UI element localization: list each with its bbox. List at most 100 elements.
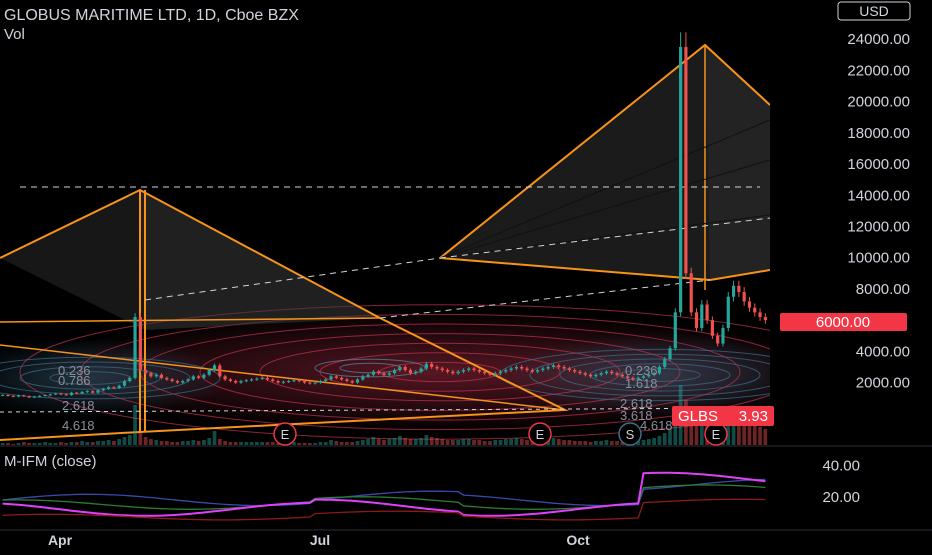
volume-bar bbox=[371, 437, 376, 445]
candle-body bbox=[329, 376, 333, 380]
candle-body bbox=[239, 381, 243, 383]
volume-bar bbox=[297, 443, 302, 445]
volume-bar bbox=[90, 442, 95, 445]
volume-bar bbox=[255, 442, 259, 445]
candle-body bbox=[249, 379, 254, 381]
volume-bar bbox=[339, 442, 344, 445]
candle bbox=[684, 32, 688, 279]
volume-bar bbox=[503, 439, 508, 445]
candle-body bbox=[11, 395, 15, 397]
candle-body bbox=[419, 368, 423, 372]
candle-body bbox=[758, 312, 762, 318]
fib-label: 2.618 bbox=[62, 398, 95, 413]
event-marker-label: E bbox=[712, 427, 721, 442]
candle-body bbox=[75, 392, 79, 394]
volume-bar bbox=[567, 440, 572, 445]
event-marker-split[interactable]: S bbox=[618, 422, 642, 446]
volume-bar bbox=[164, 441, 169, 445]
candle-body bbox=[747, 301, 752, 308]
volume-bar bbox=[525, 440, 529, 445]
volume-bar bbox=[101, 441, 106, 445]
candle-body bbox=[620, 374, 624, 377]
volume-bar bbox=[376, 439, 381, 445]
volume-bar bbox=[48, 443, 53, 445]
candle-body bbox=[657, 366, 662, 374]
volume-bar bbox=[366, 439, 370, 445]
volume-bar bbox=[21, 442, 26, 445]
price-tick-label: 18000.00 bbox=[847, 125, 910, 142]
time-tick-label: Apr bbox=[48, 532, 73, 548]
volume-bar bbox=[562, 440, 566, 445]
event-marker-earnings[interactable]: E bbox=[704, 422, 728, 446]
volume-bar bbox=[403, 438, 408, 445]
candle-body bbox=[461, 370, 466, 372]
candle-body bbox=[361, 376, 365, 380]
fib-label: 4.618 bbox=[640, 418, 673, 433]
candle-body bbox=[181, 381, 185, 383]
volume-bar bbox=[127, 435, 132, 445]
candle-body bbox=[435, 366, 439, 369]
volume-bar bbox=[572, 441, 577, 445]
candle-body bbox=[520, 366, 524, 369]
volume-bar bbox=[223, 441, 227, 445]
candle-body bbox=[430, 363, 434, 367]
candle-body bbox=[85, 391, 89, 393]
candle-body bbox=[504, 370, 508, 372]
price-tick-label: 8000.00 bbox=[856, 281, 910, 298]
candle-body bbox=[615, 373, 619, 375]
volume-bar bbox=[758, 427, 762, 445]
candle-body bbox=[737, 285, 741, 293]
candle-body bbox=[371, 371, 375, 375]
volume-bar bbox=[382, 440, 386, 445]
candle-body bbox=[387, 373, 391, 375]
volume-bar bbox=[239, 442, 243, 445]
candle bbox=[133, 313, 137, 380]
last-price-badge: 6000.00 bbox=[780, 313, 907, 331]
candle-body bbox=[96, 390, 100, 393]
volume-bar bbox=[202, 440, 206, 445]
volume-bar bbox=[646, 439, 651, 445]
volume-bar bbox=[461, 439, 466, 445]
candle-body bbox=[440, 368, 444, 371]
currency-button[interactable]: USD bbox=[837, 1, 911, 21]
candle-body bbox=[101, 388, 105, 391]
candle-body bbox=[38, 395, 42, 397]
candle-body bbox=[212, 365, 217, 371]
volume-bar bbox=[466, 439, 471, 445]
candle-body bbox=[69, 392, 74, 396]
candle-body bbox=[588, 374, 593, 377]
candle-body bbox=[197, 376, 201, 378]
candle-body bbox=[234, 381, 238, 383]
candle-body bbox=[340, 377, 344, 380]
volume-bar bbox=[117, 439, 122, 445]
volume-label[interactable]: Vol bbox=[4, 26, 25, 43]
volume-bar bbox=[556, 439, 561, 445]
volume-bar bbox=[0, 443, 5, 445]
candle-body bbox=[721, 327, 725, 344]
volume-bar bbox=[191, 440, 196, 445]
volume-bar bbox=[456, 440, 461, 445]
candle bbox=[700, 300, 704, 332]
candle-body bbox=[731, 285, 736, 297]
candle-body bbox=[573, 370, 577, 372]
indicator-label[interactable]: M-IFM (close) bbox=[4, 453, 97, 470]
volume-bar bbox=[662, 433, 667, 445]
volume-bar bbox=[440, 439, 445, 445]
volume-bar bbox=[233, 442, 238, 445]
chart-title[interactable]: GLOBUS MARITIME LTD, 1D, Cboe BZX bbox=[4, 7, 299, 24]
volume-bar bbox=[360, 440, 365, 445]
price-tick-label: 14000.00 bbox=[847, 187, 910, 204]
event-marker-earnings[interactable]: E bbox=[528, 422, 552, 446]
event-marker-earnings[interactable]: E bbox=[273, 422, 297, 446]
candle-body bbox=[80, 391, 84, 394]
volume-bar bbox=[186, 441, 190, 445]
currency-button-label[interactable]: USD bbox=[859, 3, 889, 19]
volume-bar bbox=[138, 433, 143, 445]
candle-body bbox=[32, 396, 37, 398]
volume-bar bbox=[413, 439, 418, 445]
candle-body bbox=[128, 377, 132, 382]
candle-body bbox=[218, 365, 222, 377]
candle-body bbox=[509, 368, 513, 371]
candle-body bbox=[467, 368, 471, 371]
volume-bar bbox=[265, 442, 270, 445]
